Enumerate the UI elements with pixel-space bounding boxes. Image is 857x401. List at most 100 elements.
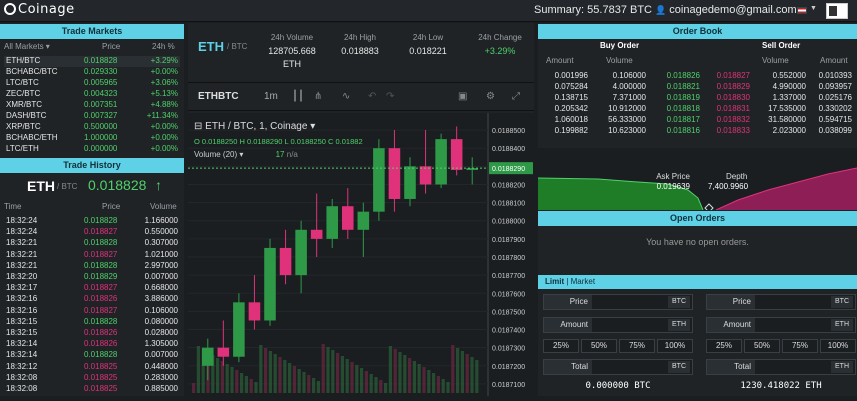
market-pair: BCHABC/BTC	[6, 67, 58, 76]
market-price: 0.018828	[84, 56, 118, 65]
orderbook-row[interactable]: 0.001996 0.106000 0.018826 0.018827 0.552000…	[538, 71, 857, 82]
sell-volume: 1.337000	[772, 93, 806, 102]
buy-pct-100-button[interactable]: 100%	[657, 339, 693, 353]
volume-bar	[249, 379, 253, 393]
sell-price-field[interactable]: Price BTC	[706, 294, 856, 310]
orderbook-row[interactable]: 0.205342 10.912000 0.018818 0.018831 17.5350…	[538, 104, 857, 115]
trade-row: 18:32:21 0.018827 1.021000	[4, 250, 180, 262]
trade-price: 0.018829	[84, 272, 118, 281]
volume-value: 128705.668	[268, 46, 316, 56]
price-tick-label: 0.0188400	[492, 146, 525, 153]
buy-price: 0.018821	[666, 82, 700, 91]
market-price: 0.007351	[84, 100, 118, 109]
history-volume-header: Volume	[150, 202, 177, 211]
price-chart[interactable]: 0.01885000.01884000.01883000.01882000.01…	[188, 113, 534, 396]
price-tick-label: 0.0187200	[492, 364, 525, 371]
market-row[interactable]: LTC/ETH 0.000000 +0.00%	[4, 144, 180, 155]
orderbook-row[interactable]: 0.199882 10.623000 0.018816 0.018833 2.02300…	[538, 126, 857, 137]
market-row[interactable]: ETH/BTC 0.018828 +3.29%	[4, 56, 180, 67]
markets-filter[interactable]: All Markets ▾	[4, 42, 50, 51]
markets-header: Trade Markets	[0, 24, 184, 39]
buy-price-field[interactable]: Price BTC	[543, 294, 693, 310]
center-column: ETH / BTC 24h Volume 128705.668 ETH 24h …	[188, 23, 534, 396]
market-row[interactable]: XMR/BTC 0.007351 +4.88%	[4, 100, 180, 111]
trade-time: 18:32:08	[6, 372, 38, 382]
market-row[interactable]: ZEC/BTC 0.004323 +5.13%	[4, 89, 180, 100]
candle-body	[450, 139, 463, 170]
sell-pct-100-button[interactable]: 100%	[820, 339, 856, 353]
ask-price-label: Ask Price	[656, 172, 690, 181]
markets-change-header[interactable]: 24h %	[152, 42, 175, 51]
trade-volume: 1.166000	[144, 216, 178, 225]
trade-volume: 0.080000	[144, 316, 178, 326]
volume-bar	[336, 353, 340, 393]
volume-legend-text: Volume (20)	[194, 150, 238, 159]
trade-row: 18:32:24 0.018828 1.166000	[4, 216, 180, 228]
trade-volume: 0.307000	[144, 238, 178, 248]
buy-amount-field[interactable]: Amount ETH	[543, 317, 693, 333]
buy-volume: 4.000000	[612, 82, 646, 91]
indicators-icon[interactable]: ⋔	[314, 91, 322, 102]
price-tick-label: 0.0188100	[492, 201, 525, 208]
depth-chart[interactable]: Ask Price 0.019639 Depth 7,400.9960	[537, 148, 857, 213]
language-flag-icon[interactable]	[797, 7, 807, 14]
buy-pct-25-button[interactable]: 25%	[543, 339, 579, 353]
buy-pct-50-button[interactable]: 50%	[581, 339, 617, 353]
buy-total-field[interactable]: Total BTC	[543, 359, 693, 375]
volume-bar	[307, 375, 311, 393]
history-quote: / BTC	[57, 182, 78, 191]
sell-pct-75-button[interactable]: 75%	[782, 339, 818, 353]
trade-price: 0.018827	[84, 227, 118, 237]
user-menu[interactable]: 👤 coinagedemo@gmail.com	[655, 4, 797, 16]
sell-pct-25-button[interactable]: 25%	[706, 339, 742, 353]
buy-price: 0.018819	[666, 93, 700, 102]
sell-amount: 0.025176	[818, 93, 852, 102]
orderbook-row[interactable]: 0.138715 7.371000 0.018819 0.018830 1.337000…	[538, 93, 857, 104]
candle-type-icon[interactable]: ┃┃	[292, 91, 304, 102]
trade-price: 0.018828	[84, 316, 118, 326]
trade-price: 0.018827	[84, 283, 118, 293]
buy-amount-label: Amount	[544, 318, 592, 332]
gear-icon[interactable]: ⚙	[486, 91, 495, 102]
price-tick-label: 0.0187400	[492, 328, 525, 335]
market-pair: ETH/BTC	[6, 56, 41, 65]
logo[interactable]: Coinage	[4, 2, 75, 17]
price-tick-label: 0.0187300	[492, 346, 525, 353]
market-row[interactable]: DASH/BTC 0.007327 +11.34%	[4, 111, 180, 122]
tab-market[interactable]: Market	[571, 277, 595, 286]
candle-body	[342, 206, 354, 230]
theme-toggle[interactable]	[826, 3, 848, 19]
market-row[interactable]: XRP/BTC 0.500000 +0.00%	[4, 122, 180, 133]
depth-marker-icon	[704, 203, 714, 213]
symbol-selector[interactable]: ETHBTC	[198, 91, 239, 102]
volume-bar	[350, 362, 354, 393]
fullscreen-icon[interactable]: ⤢	[512, 91, 520, 102]
market-price: 0.004323	[84, 89, 118, 98]
sell-amount-field[interactable]: Amount ETH	[706, 317, 856, 333]
volume-bar	[408, 358, 412, 393]
sell-volume: 17.535000	[768, 104, 806, 113]
depth-value: 7,400.9960	[708, 182, 749, 191]
line-tool-icon[interactable]: ∿	[342, 91, 350, 102]
sell-total-field[interactable]: Total ETH	[706, 359, 856, 375]
market-row[interactable]: LTC/BTC 0.005965 +3.06%	[4, 78, 180, 89]
redo-icon[interactable]: ↷	[386, 91, 394, 102]
market-price: 0.029330	[84, 67, 118, 76]
volume-bar	[259, 345, 263, 393]
interval-selector[interactable]: 1m	[264, 91, 278, 102]
buy-price: 0.018818	[666, 104, 700, 113]
sell-amount-unit: ETH	[831, 319, 853, 331]
markets-price-header[interactable]: Price	[102, 42, 120, 51]
camera-icon[interactable]: ▣	[458, 91, 467, 102]
price-tick-label: 0.0187800	[492, 255, 525, 262]
trade-price: 0.018826	[84, 328, 118, 337]
sell-volume: 4.990000	[772, 82, 806, 91]
undo-icon[interactable]: ↶	[368, 91, 376, 102]
tab-limit[interactable]: Limit	[545, 277, 564, 286]
market-row[interactable]: BCHABC/ETH 1.000000 +0.00%	[4, 133, 180, 144]
sell-pct-50-button[interactable]: 50%	[744, 339, 780, 353]
orderbook-row[interactable]: 0.075284 4.000000 0.018821 0.018829 4.990000…	[538, 82, 857, 93]
orderbook-row[interactable]: 1.060018 56.333000 0.018817 0.018832 31.5800…	[538, 115, 857, 126]
market-row[interactable]: BCHABC/BTC 0.029330 +0.00%	[4, 67, 180, 78]
buy-pct-75-button[interactable]: 75%	[619, 339, 655, 353]
